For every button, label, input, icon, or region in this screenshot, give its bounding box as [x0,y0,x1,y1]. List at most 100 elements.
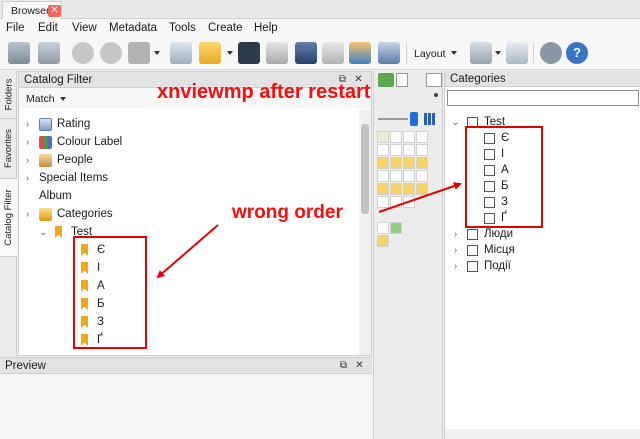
bookmark-icon [55,226,62,238]
thumbnail[interactable] [390,196,402,208]
thumbnail[interactable] [377,157,389,169]
category-search-input[interactable] [447,90,639,106]
print-icon[interactable] [266,42,288,64]
chevron-down-icon[interactable]: ⌄ [451,117,460,128]
categories-icon [39,207,52,221]
chevron-down-icon[interactable] [495,51,501,55]
thumbnail[interactable] [416,157,428,169]
chevron-right-icon[interactable]: › [451,229,460,240]
close-icon[interactable]: ✕ [48,5,61,17]
chevron-right-icon[interactable]: › [23,155,32,166]
filter-icon[interactable] [378,73,394,87]
fullscreen-icon[interactable] [8,42,30,64]
thumbnail[interactable] [377,144,389,156]
tree-item-album[interactable]: Album [39,187,72,205]
thumbnail[interactable] [403,144,415,156]
category-checkbox[interactable] [467,260,478,272]
tree-item-label: Special Items [39,172,109,184]
side-tab-folders[interactable]: Folders [0,71,17,119]
category-checkbox[interactable] [467,244,478,256]
copy-icon[interactable] [170,42,192,64]
tree-item-colour-label[interactable]: › Colour Label [23,133,122,151]
side-tab-favorites[interactable]: Favorites [0,119,17,179]
thumbnail[interactable] [377,235,389,247]
thumbnail[interactable] [416,183,428,195]
thumbnail[interactable] [377,170,389,182]
chevron-down-icon[interactable] [154,51,160,55]
thumbnail[interactable] [390,222,402,234]
rotate-right-icon[interactable] [100,42,122,64]
thumbnail[interactable] [416,144,428,156]
thumbnail[interactable] [377,183,389,195]
menu-bar: File Edit View Metadata Tools Create Hel… [0,19,640,37]
thumbnail[interactable] [390,144,402,156]
chevron-right-icon[interactable]: › [23,173,32,184]
chevron-down-icon[interactable] [227,51,233,55]
thumbnail[interactable] [390,183,402,195]
convert-icon[interactable] [322,42,344,64]
thumbnail[interactable] [403,183,415,195]
chevron-right-icon[interactable]: › [23,137,32,148]
thumbnail[interactable] [416,131,428,143]
zoom-slider-handle[interactable] [410,112,418,126]
side-tab-catalog-filter[interactable]: Catalog Filter [0,179,17,257]
sort-dropdown[interactable] [396,73,408,87]
image-icon[interactable] [349,42,371,64]
thumbnail[interactable] [377,222,389,234]
chevron-down-icon[interactable]: ⌄ [39,227,48,238]
menu-file[interactable]: File [6,22,25,34]
chevron-right-icon[interactable]: › [23,119,32,130]
search-icon[interactable] [426,73,442,87]
thumbnail[interactable] [403,131,415,143]
thumbnail[interactable] [377,196,389,208]
tree-icon[interactable] [506,42,528,64]
chevron-right-icon[interactable]: › [451,245,460,256]
thumbnail[interactable] [403,170,415,182]
category-checkbox[interactable] [467,228,478,240]
chevron-down-icon[interactable] [60,97,66,101]
scrollbar-thumb[interactable] [361,124,369,214]
tree-item-special-items[interactable]: › Special Items [23,169,108,187]
chevron-right-icon[interactable]: › [23,209,32,220]
catalog-scrollbar[interactable] [359,110,371,355]
thumbnail[interactable] [403,157,415,169]
gear-icon[interactable] [540,42,562,64]
menu-create[interactable]: Create [208,22,243,34]
thumbnail[interactable] [416,170,428,182]
menu-edit[interactable]: Edit [38,22,58,34]
menu-metadata[interactable]: Metadata [109,22,157,34]
thumbnail[interactable] [377,131,389,143]
thumbnail[interactable] [390,157,402,169]
match-dropdown[interactable]: Match [26,93,55,105]
menu-view[interactable]: View [72,22,97,34]
thumbnail[interactable] [390,170,402,182]
thumbnail[interactable] [403,196,415,208]
zoom-slider[interactable] [378,118,408,120]
tree-item-rating[interactable]: › Rating [23,115,90,133]
tab-browser[interactable]: Browser ✕ [2,1,62,19]
float-icon[interactable]: ⧉ [338,360,349,371]
more-icon[interactable] [434,93,438,97]
folder-icon[interactable] [199,42,221,64]
category-label: Люди [484,228,514,240]
help-icon[interactable]: ? [566,42,588,64]
tree-item-categories[interactable]: › Categories [23,205,113,223]
binoculars-icon[interactable] [238,42,260,64]
bookmark-toolbar-icon[interactable] [470,42,492,64]
menu-tools[interactable]: Tools [169,22,196,34]
menu-help[interactable]: Help [254,22,278,34]
slideshow-icon[interactable] [38,42,60,64]
capture-icon[interactable] [378,42,400,64]
tree-item-people[interactable]: › People [23,151,93,169]
transform-icon[interactable] [128,42,150,64]
scanner-icon[interactable] [295,42,317,64]
close-icon[interactable]: ✕ [354,360,365,371]
chevron-right-icon[interactable]: › [451,261,460,272]
chevron-down-icon[interactable] [451,51,457,55]
people-icon [39,153,52,167]
rotate-left-icon[interactable] [72,42,94,64]
layout-label[interactable]: Layout [414,48,446,60]
category-item-events[interactable]: › Події [451,257,511,275]
grid-view-icon[interactable] [424,113,436,125]
thumbnail[interactable] [390,131,402,143]
